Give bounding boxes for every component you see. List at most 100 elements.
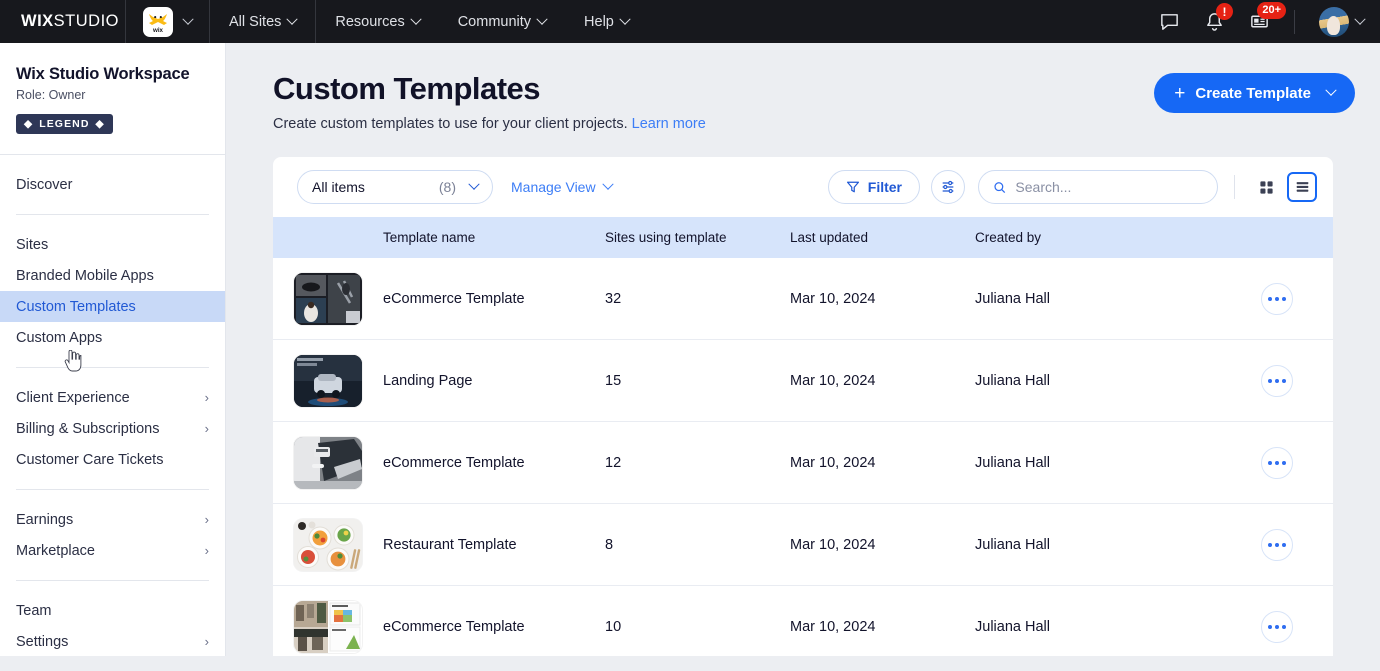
- create-template-label: Create Template: [1195, 84, 1311, 102]
- nav-group: Sites Branded Mobile Apps Custom Templat…: [0, 215, 225, 367]
- manage-view-label: Manage View: [511, 179, 596, 195]
- sliders-icon[interactable]: [931, 170, 965, 204]
- table-cell-sites-using: 15: [605, 372, 622, 389]
- bell-icon[interactable]: !: [1204, 3, 1233, 32]
- chevron-right-icon: ›: [204, 390, 209, 405]
- nav-menu-label: All Sites: [229, 13, 282, 30]
- table-cell-thumbnail: [273, 272, 383, 325]
- table-toolbar: All items (8) Manage View Filter: [273, 157, 1333, 217]
- plus-icon: +: [1174, 82, 1186, 104]
- table-header-sites-using: Sites using template: [605, 230, 727, 245]
- more-actions-button[interactable]: [1260, 528, 1293, 561]
- news-badge: 20+: [1257, 2, 1286, 19]
- workspace-header: Wix Studio Workspace Role: Owner ◆ LEGEN…: [0, 43, 225, 134]
- table-cell-created-by: Juliana Hall: [975, 290, 1050, 307]
- sidebar-item-label: Custom Templates: [16, 298, 136, 315]
- table-row[interactable]: Restaurant Template 8 Mar 10, 2024 Julia…: [273, 504, 1333, 586]
- sidebar-item-team[interactable]: Team: [0, 595, 225, 626]
- filter-button[interactable]: Filter: [827, 170, 920, 204]
- table-cell-template-name: eCommerce Template: [383, 454, 525, 471]
- more-actions-button[interactable]: [1260, 611, 1293, 643]
- page-header: Custom Templates Create custom templates…: [226, 43, 1380, 132]
- items-filter-label: All items: [312, 179, 365, 195]
- table-cell-actions: [1220, 364, 1333, 397]
- sidebar-item-earnings[interactable]: Earnings ›: [0, 504, 225, 535]
- chevron-down-icon: [410, 13, 422, 25]
- table-header-template-name: Template name: [383, 230, 476, 245]
- wix-studio-logo[interactable]: WIX STUDIO: [0, 12, 125, 31]
- items-filter-count: (8): [438, 179, 456, 195]
- nav-group: Team Settings ›: [0, 581, 225, 671]
- logo-studio-text: STUDIO: [53, 12, 120, 30]
- chat-icon[interactable]: [1159, 11, 1180, 32]
- diamond-icon: ◆: [95, 118, 105, 130]
- more-actions-button[interactable]: [1260, 446, 1293, 479]
- sidebar-item-branded-mobile-apps[interactable]: Branded Mobile Apps: [0, 260, 225, 291]
- table-cell-created-by: Juliana Hall: [975, 619, 1050, 635]
- search-input[interactable]: [1015, 179, 1203, 195]
- more-actions-button[interactable]: [1260, 364, 1293, 397]
- manage-view-button[interactable]: Manage View: [511, 178, 614, 195]
- sidebar-item-customer-care-tickets[interactable]: Customer Care Tickets: [0, 444, 225, 475]
- table-cell-thumbnail: [273, 354, 383, 407]
- sidebar-item-client-experience[interactable]: Client Experience ›: [0, 382, 225, 413]
- sidebar-item-custom-apps[interactable]: Custom Apps: [0, 322, 225, 353]
- sidebar-item-sites[interactable]: Sites: [0, 229, 225, 260]
- table-cell-thumbnail: [273, 518, 383, 571]
- items-filter-select[interactable]: All items (8): [297, 170, 493, 204]
- sidebar-item-label: Marketplace: [16, 542, 95, 559]
- chevron-right-icon: ›: [204, 634, 209, 649]
- sidebar-item-label: Customer Care Tickets: [16, 451, 164, 468]
- sidebar-item-billing-subscriptions[interactable]: Billing & Subscriptions ›: [0, 413, 225, 444]
- table-cell-thumbnail: [273, 601, 383, 653]
- sidebar-item-label: Earnings: [16, 511, 74, 528]
- search-box[interactable]: [978, 170, 1218, 204]
- learn-more-link[interactable]: Learn more: [632, 116, 706, 132]
- grid-view-icon[interactable]: [1251, 172, 1281, 202]
- table-row[interactable]: eCommerce Template 12 Mar 10, 2024 Julia…: [273, 422, 1333, 504]
- diamond-icon: ◆: [24, 118, 34, 130]
- top-navigation-bar: WIX STUDIO wix All Sites Resources Commu…: [0, 0, 1380, 43]
- nav-group: Discover: [0, 155, 225, 214]
- workspace-title: Wix Studio Workspace: [16, 65, 190, 83]
- nav-group: Earnings › Marketplace ›: [0, 490, 225, 580]
- nav-group: Client Experience › Billing & Subscripti…: [0, 368, 225, 489]
- news-card-icon[interactable]: 20+: [1249, 2, 1286, 32]
- template-thumbnail: [294, 436, 362, 489]
- list-view-icon[interactable]: [1287, 172, 1317, 202]
- sidebar-item-label: Team: [16, 602, 52, 619]
- more-actions-button[interactable]: [1260, 282, 1293, 315]
- chevron-right-icon: ›: [204, 421, 209, 436]
- sidebar-item-marketplace[interactable]: Marketplace ›: [0, 535, 225, 566]
- nav-menu-all-sites[interactable]: All Sites: [210, 0, 315, 43]
- create-template-button[interactable]: + Create Template: [1154, 73, 1355, 113]
- table-cell-template-name: Restaurant Template: [383, 536, 517, 553]
- table-cell-last-updated: Mar 10, 2024: [790, 454, 876, 471]
- table-row[interactable]: eCommerce Template 10 Mar 10, 2024 Julia…: [273, 586, 1333, 656]
- chevron-down-icon: [182, 13, 194, 25]
- table-cell-template-name: eCommerce Template: [383, 619, 525, 635]
- sidebar-item-settings[interactable]: Settings ›: [0, 626, 225, 657]
- nav-menu-label: Resources: [335, 13, 405, 30]
- table-cell-actions: [1220, 282, 1333, 315]
- table-row[interactable]: eCommerce Template 32 Mar 10, 2024 Julia…: [273, 258, 1333, 340]
- chevron-down-icon: [286, 13, 299, 25]
- templates-card: All items (8) Manage View Filter Search.…: [273, 157, 1333, 656]
- chevron-down-icon: [619, 13, 631, 25]
- top-bar-actions: ! 20+: [1159, 2, 1380, 37]
- avatar: [1319, 6, 1349, 37]
- sidebar-item-custom-templates[interactable]: Custom Templates: [0, 291, 225, 322]
- wix-mark-icon: wix: [143, 6, 173, 37]
- sidebar-item-discover[interactable]: Discover: [0, 169, 225, 200]
- divider: [1234, 175, 1235, 199]
- nav-menu-community[interactable]: Community: [439, 0, 565, 43]
- svg-text:wix: wix: [152, 27, 164, 33]
- table-header-created-by: Created by: [975, 230, 1042, 245]
- notifications-badge: !: [1216, 3, 1233, 20]
- nav-menu-help[interactable]: Help: [565, 0, 648, 43]
- chevron-down-icon: [1325, 84, 1337, 96]
- table-row[interactable]: Landing Page 15 Mar 10, 2024 Juliana Hal…: [273, 340, 1333, 422]
- account-switcher[interactable]: wix: [126, 0, 209, 43]
- nav-menu-resources[interactable]: Resources: [316, 0, 438, 43]
- avatar-menu[interactable]: [1319, 6, 1366, 37]
